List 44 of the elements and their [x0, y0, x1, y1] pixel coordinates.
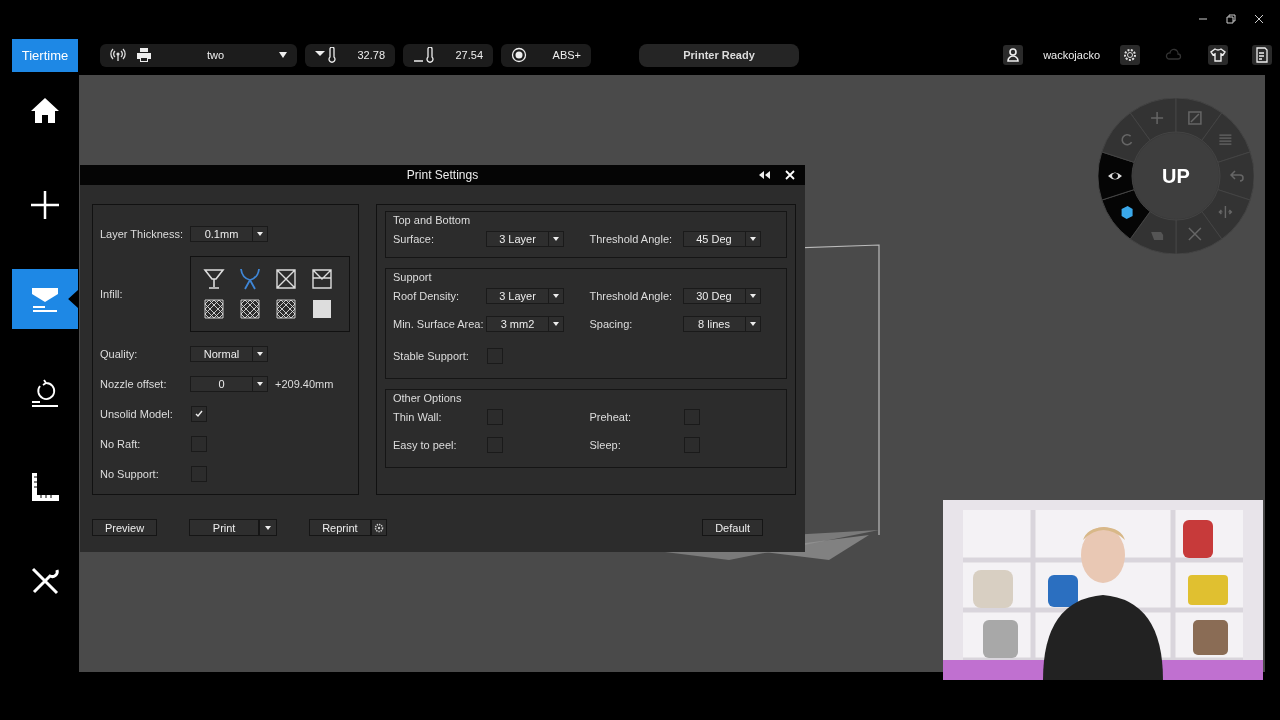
nozzle-temperature: 32.78 [305, 43, 395, 67]
dropdown[interactable]: Normal [190, 346, 268, 362]
field-label: Thin Wall: [393, 411, 443, 423]
dropdown[interactable]: 30 Deg [682, 288, 761, 304]
field-label: Nozzle offset: [100, 378, 168, 390]
offset-value: +209.40mm [275, 378, 334, 390]
field-label: Infill: [100, 288, 124, 300]
group-title: Support [393, 271, 433, 284]
field-label: Roof Density: [393, 290, 461, 302]
dropdown[interactable]: 3 mm2 [486, 316, 564, 332]
field-label: Threshold Angle: [589, 233, 674, 245]
dropdown[interactable]: 0.1mm [190, 226, 268, 242]
field-label: Spacing: [589, 318, 634, 330]
printer-status: Printer Ready [639, 43, 799, 67]
dropdown[interactable]: 3 Layer [486, 231, 564, 247]
preview-button[interactable]: Preview [92, 519, 158, 536]
field-label: No Raft: [100, 438, 142, 450]
username: wackojacko [1043, 49, 1100, 61]
field-label: Easy to peel: [393, 439, 458, 451]
group-title: Other Options [393, 392, 463, 405]
dropdown[interactable]: 0 [190, 376, 268, 392]
field-label: No Support: [100, 468, 160, 480]
dialog-title: Print Settings [406, 168, 479, 182]
dropdown[interactable]: 45 Deg [682, 231, 761, 247]
dropdown[interactable]: 8 lines [682, 316, 761, 332]
default-button[interactable]: Default [702, 519, 763, 536]
bed-temperature: 27.54 [403, 43, 493, 67]
printer-selector[interactable]: two [100, 43, 297, 67]
material-indicator: ABS+ [501, 43, 591, 67]
dropdown[interactable]: 3 Layer [486, 288, 564, 304]
field-label: Surface: [393, 233, 435, 245]
field-label: Preheat: [589, 411, 633, 423]
print-button[interactable]: Print [189, 519, 260, 536]
group-title: Top and Bottom [393, 214, 472, 227]
field-label: Quality: [100, 348, 139, 360]
field-label: Sleep: [589, 439, 622, 451]
field-label: Layer Thickness: [100, 228, 184, 240]
field-label: Unsolid Model: [100, 408, 174, 420]
field-label: Threshold Angle: [589, 290, 674, 302]
radial-menu-center[interactable]: UP [1156, 164, 1196, 188]
field-label: Min. Surface Area: [393, 318, 485, 330]
reprint-button[interactable]: Reprint [309, 519, 371, 536]
field-label: Stable Support: [393, 350, 470, 362]
logo: Tiertime [12, 38, 78, 72]
